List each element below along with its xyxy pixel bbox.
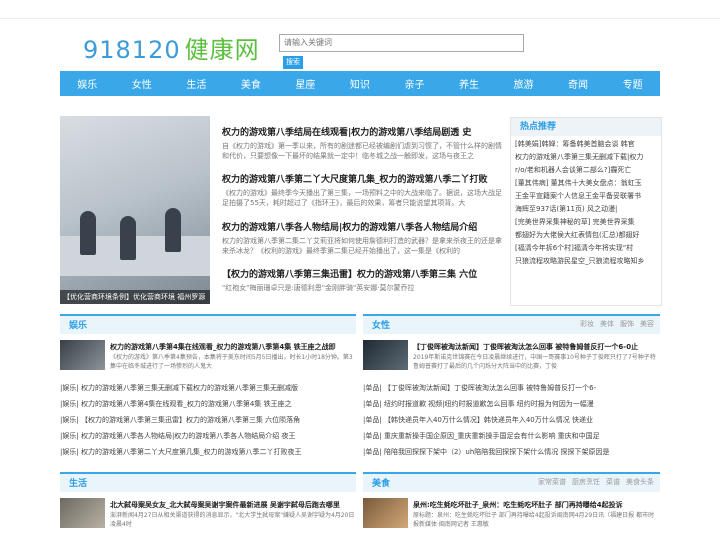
section-nvxing: 女性 彩妆 美体 服饰 美容 【丁俊晖被淘汰新闻】丁俊晖被淘汰怎么回事 被特鲁姆普反打… [363,314,660,464]
news-desc: 权力的游戏第八季第二集二丫艾莉亚将如何使用詹德利打造的武器？是拿来杀夜王的还是拿… [222,237,502,255]
article-desc: 原标题：泉州：吃生蚝吃坏肚子 部门再持曝给4起投诉闽南网4月29日讯（福建日报 … [413,512,655,528]
section-tag[interactable]: 彩妆 [580,320,594,328]
list-item[interactable]: |单品| 【丁俊晖被淘汰新闻】丁俊晖被淘汰怎么回事 被特鲁姆普反打一个6- [363,380,660,396]
section-tag[interactable]: 美食头条 [626,478,654,486]
list-item[interactable]: |单品| 纽约时报道歉 视频|纽约时报道歉怎么回事 纽约时报为何因为一幅漫 [363,396,660,412]
section-tag[interactable]: 服饰 [620,320,634,328]
section-title[interactable]: 娱乐 [69,318,87,331]
section-shenghuo: 生活 北大弑母案吴女友_北大弑母案吴谢宇案件最新进展 吴谢宇弑母后跑去哪里 澎湃… [60,472,356,538]
nav-item-qinzi[interactable]: 亲子 [404,76,424,91]
hot-item[interactable]: 都翅好为大佬侯大红表情包(汇总)都翅好 [515,229,657,242]
section-header: 娱乐 [60,314,356,334]
news-item: 权力的游戏第八季结局在线观看|权力的游戏第八季结局剧透 史 自《权力的游戏》第一… [222,125,502,161]
news-title[interactable]: 权力的游戏第八季各人物结局|权力的游戏第八季各人物结局介绍 [222,220,502,233]
nav-item-shenghuo[interactable]: 生活 [186,76,206,91]
list-item[interactable]: |娱乐| 权力的游戏第八季第二丫大尺度第几集_权力的游戏第八季二丫打败夜王 [60,444,356,460]
hot-item[interactable]: 王金平宣籍案个人信息王金平备妥联署书 [515,190,657,203]
section-tag[interactable]: 家常菜谱 [538,478,566,486]
section-yule: 娱乐 权力的游戏第八季第4集在线观看_权力的游戏第八季第4集 铁王座之战即 《权… [60,314,356,464]
section-header: 生活 [60,472,356,492]
hot-item[interactable]: 海辉至937话(第11页) 风之动漫| [515,203,657,216]
article-title[interactable]: 泉州:吃生蚝吃坏肚子_泉州：吃生蚝吃坏肚子 部门再持曝给4起投诉 [413,500,660,510]
nav-item-meishi[interactable]: 美食 [241,76,261,91]
nav-item-qiwen[interactable]: 奇闻 [568,76,588,91]
hot-item[interactable]: [福清今年拆6个村]福清今年将实现"村 [515,242,657,255]
slide-image-person [80,211,96,255]
article-title[interactable]: 【丁俊晖被淘汰新闻】丁俊晖被淘汰怎么回事 被特鲁姆普反打一个6-0止 [413,342,660,352]
article-desc: 澎湃新闻4月27日从相关渠道获得的消息显示，"北大学生弑母案"嫌疑人吴谢宇疑为4… [110,512,355,528]
slideshow[interactable]: 【优化营商环境条例】优化营商环境 福州罗源 [60,116,210,304]
article-desc: 《权力的游戏》第八季第4集预告，本集将于美东时间5月5日播出，时长1小时18分钟… [110,354,353,370]
logo-number: 918120 [83,36,181,64]
list-item[interactable]: |单品| 【韩快递员年入40万什么情况】韩快递员年入40万什么情况 快递业 [363,412,660,428]
news-desc: "红袍女"梅丽珊卓只是:唐德利恩"金刚胖骑"英安娜·莫尔蒙乔拉 [222,284,415,292]
hot-item[interactable]: 权力的游戏第八季第三集无删减下载|权力 [515,151,657,164]
news-title[interactable]: 权力的游戏第八季第二丫大尺度第几集_权力的游戏第八季二丫打败 [222,172,502,185]
section-title[interactable]: 女性 [372,318,390,331]
nav-item-yangsheng[interactable]: 养生 [459,76,479,91]
section-tags: 家常菜谱 厨房烹饪 菜谱 美食头条 [532,477,654,487]
news-title[interactable]: 【权力的游戏第八季第三集迅雷】权力的游戏第八季第三集 六位 [222,267,502,280]
nav-item-yule[interactable]: 娱乐 [77,76,97,91]
list-item[interactable]: |单品| 陪陪我回探探下架中（2）uh陪陪我回探探下架什么情况 探探下架原因是 [363,444,660,460]
hot-item[interactable]: 只狼流程攻略游民星空_只狼流程攻略知乡 [515,255,657,268]
nav-item-nvxing[interactable]: 女性 [132,76,152,91]
nav-item-lvyou[interactable]: 旅游 [514,76,534,91]
section-meishi: 美食 家常菜谱 厨房烹饪 菜谱 美食头条 泉州:吃生蚝吃坏肚子_泉州：吃生蚝吃坏肚子 … [363,472,660,538]
slideshow-caption[interactable]: 【优化营商环境条例】优化营商环境 福州罗源 [60,290,210,304]
news-item: 权力的游戏第八季第二丫大尺度第几集_权力的游戏第八季二丫打败 《权力的游戏》最终… [222,172,502,208]
search-input[interactable] [279,34,524,52]
slide-image-person [120,216,136,260]
list-item[interactable]: |娱乐| 权力的游戏第八季第三集无删减下载权力的游戏第八季第三集无删减版 [60,380,356,396]
featured-article[interactable]: 权力的游戏第八季第4集在线观看_权力的游戏第八季第4集 铁王座之战即 《权力的游… [60,340,356,372]
article-thumbnail[interactable] [60,498,105,528]
site-logo[interactable]: 918120 健康网 [83,30,260,65]
hot-item[interactable]: [完美世界采集神秘的草] 完美世界采集 [515,216,657,229]
list-item[interactable]: |娱乐| 权力的游戏第八季第4集在线观看_权力的游戏第八季第4集 铁王座之 [60,396,356,412]
article-desc: 2019年斯诺克世锦赛在今日凌晨继续进行，中国一哥赛事10号种子丁俊晖只打了7号… [413,354,656,370]
section-tag[interactable]: 美体 [600,320,614,328]
hot-recommend: 热点推荐 [韩美娟]韩婵：筹备韩美首脑会谈 韩官 权力的游戏第八季第三集无删减下… [510,117,662,306]
section-tag[interactable]: 厨房烹饪 [572,478,600,486]
section-header: 女性 彩妆 美体 服饰 美容 [363,314,660,334]
nav-item-xingzuo[interactable]: 星座 [295,76,315,91]
section-title[interactable]: 生活 [69,476,87,489]
list-item[interactable]: |娱乐| 权力的游戏第八季各人物结局|权力的游戏第八季各人物结局介绍 夜王 [60,428,356,444]
slide-image-person [165,208,181,252]
news-desc: 自《权力的游戏》第一季以来，所有的剧迷都已经被编剧们虐到习惯了，不管什么样的剧情… [222,142,502,160]
top-bar [0,0,720,19]
list-item[interactable]: |单品| 重庆重新操手国企原因_重庆重新操手国足会有什么影响 重庆和中国足 [363,428,660,444]
main-nav: 娱乐 女性 生活 美食 星座 知识 亲子 养生 旅游 奇闻 专题 [60,71,660,96]
hot-item[interactable]: [韩美娟]韩婵：筹备韩美首脑会谈 韩官 [515,138,657,151]
section-tags: 彩妆 美体 服饰 美容 [574,319,654,329]
news-desc: 《权力的游戏》最终季今天播出了第三集，一场预料之中的大战来临了。据说，这场大战足… [222,189,502,207]
search-button[interactable]: 搜索 [283,56,303,69]
featured-article[interactable]: 【丁俊晖被淘汰新闻】丁俊晖被淘汰怎么回事 被特鲁姆普反打一个6-0止 2019年… [363,340,660,372]
news-item: 权力的游戏第八季各人物结局|权力的游戏第八季各人物结局介绍 权力的游戏第八季第二… [222,220,502,256]
article-thumbnail[interactable] [60,340,105,370]
logo-text: 健康网 [184,36,260,64]
section-title[interactable]: 美食 [372,476,390,489]
article-title[interactable]: 北大弑母案吴女友_北大弑母案吴谢宇案件最新进展 吴谢宇弑母后跑去哪里 [110,500,356,510]
article-thumbnail[interactable] [363,340,408,370]
featured-article[interactable]: 泉州:吃生蚝吃坏肚子_泉州：吃生蚝吃坏肚子 部门再持曝给4起投诉 原标题：泉州：… [363,498,660,530]
news-title[interactable]: 权力的游戏第八季结局在线观看|权力的游戏第八季结局剧透 史 [222,125,502,138]
news-item: 【权力的游戏第八季第三集迅雷】权力的游戏第八季第三集 六位 "红袍女"梅丽珊卓只… [222,267,502,303]
hot-recommend-title: 热点推荐 [511,118,661,136]
section-tag[interactable]: 菜谱 [606,478,620,486]
featured-article[interactable]: 北大弑母案吴女友_北大弑母案吴谢宇案件最新进展 吴谢宇弑母后跑去哪里 澎湃新闻4… [60,498,356,530]
nav-item-zhuanti[interactable]: 专题 [623,76,643,91]
list-item[interactable]: |娱乐| 【权力的游戏第八季第三集迅雷】权力的游戏第八季第三集 六位陨落角 [60,412,356,428]
section-tag[interactable]: 美容 [640,320,654,328]
article-title[interactable]: 权力的游戏第八季第4集在线观看_权力的游戏第八季第4集 铁王座之战即 [110,342,356,352]
hot-item[interactable]: [董其伟病] 董其伟十大美女盘点：翁虹玉 [515,177,657,190]
article-thumbnail[interactable] [363,498,408,528]
nav-item-zhishi[interactable]: 知识 [350,76,370,91]
section-header: 美食 家常菜谱 厨房烹饪 菜谱 美食头条 [363,472,660,492]
hot-item[interactable]: r/o/老和机器人会谈第二部么?]霾死亡 [515,164,657,177]
